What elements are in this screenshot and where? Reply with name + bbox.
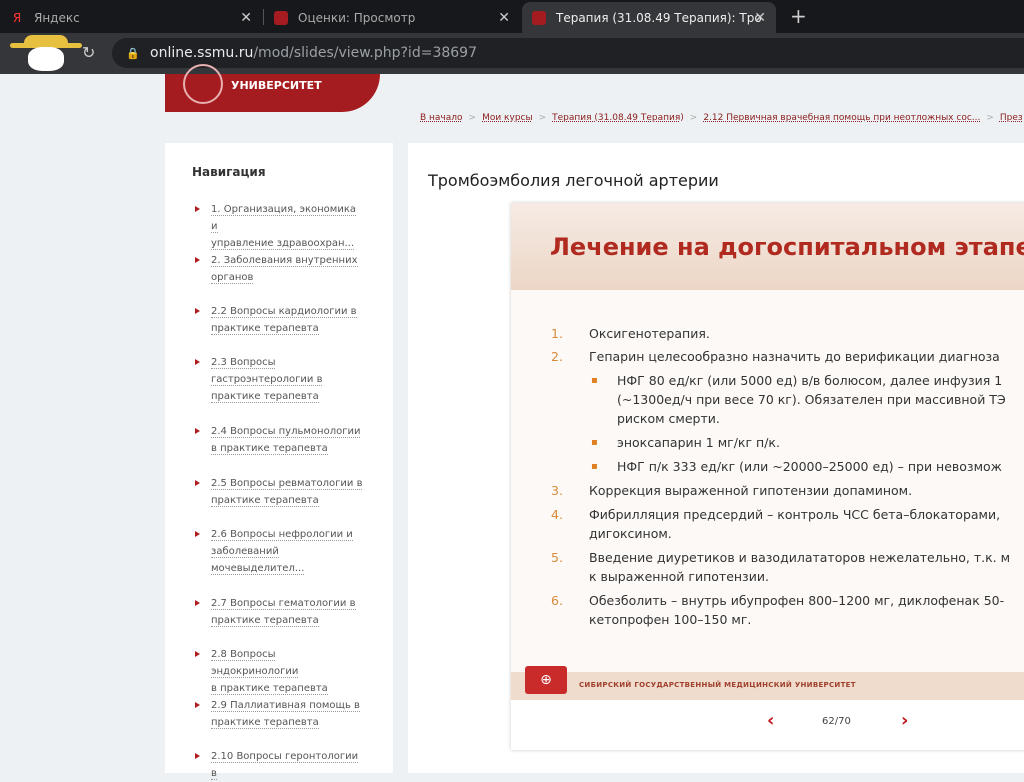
nav-title: Навигация [192,165,266,179]
tab-label: Оценки: Просмотр [298,10,416,25]
nav-item[interactable]: 1. Организация, экономика и управление зд… [195,201,365,252]
url-host: online.ssmu.ru [150,45,254,61]
page-title: Тромбоэмболия легочной артерии [428,171,719,190]
url-field[interactable]: 🔒 online.ssmu.ru/mod/slides/view.php?id=3… [112,38,1024,68]
slide-footer-text: СИБИРСКИЙ ГОСУДАРСТВЕННЫЙ МЕДИЦИНСКИЙ УН… [579,681,856,689]
nav-item-label: 2.4 Вопросы пульмонологии [211,426,361,438]
next-slide-button[interactable]: › [901,710,908,731]
list-text: НФГ п/к 333 ед/кг (или ~20000–25000 ед) … [617,459,1002,474]
address-bar: ↻ 🔒 online.ssmu.ru/mod/slides/view.php?id… [0,33,1024,74]
nav-item-label: 2.10 Вопросы геронтологии в [211,751,359,780]
list-text: дигоксином. [589,526,672,541]
slide-viewer: Лечение на догоспитальном этапе 1. Оксиге… [511,203,1024,750]
list-text: риском смерти. [617,411,720,426]
nav-item-label: практике терапевта [211,717,319,729]
reload-icon[interactable]: ↻ [82,43,95,62]
first-aid-kit-icon: ⊕ [525,666,567,694]
list-text: Оксигенотерапия. [589,326,710,341]
close-icon[interactable]: ✕ [754,10,766,26]
nav-item-label: 2.5 Вопросы ревматологии в [211,478,363,490]
nav-item-label: 2.9 Паллиативная помощь в [211,700,360,712]
list-marker: ▪ [591,375,598,386]
prev-slide-button[interactable]: ‹ [767,710,774,731]
list-marker: 4. [551,507,563,522]
list-text: Обезболить – внутрь ибупрофен 800–1200 м… [589,593,1005,608]
crumb-my-courses[interactable]: Мои курсы [482,113,533,123]
nav-item[interactable]: 2.6 Вопросы нефрологии и заболеваний мочев… [195,526,365,577]
crumb-presentation[interactable]: През [1000,113,1023,123]
list-marker: 1. [551,326,563,341]
crumb-section[interactable]: 2.12 Первичная врачебная помощь при неот… [703,113,980,123]
close-icon[interactable]: ✕ [240,10,252,26]
nav-item-label: управление здравоохран... [211,238,355,250]
list-text: (~1300ед/ч при весе 70 кг). Обязателен п… [617,392,1006,407]
breadcrumb: В начало > Мои курсы > Терапия (31.08.49 Т… [420,113,1023,123]
main-content: Тромбоэмболия легочной артерии Лечение н… [408,143,1024,773]
list-text: эноксапарин 1 мг/кг п/к. [617,435,780,450]
nav-item-label: в практике терапевта [211,443,328,455]
nav-item-label: практике терапевта [211,323,319,335]
navigation-block: Навигация 1. Организация, экономика и упр… [165,143,393,780]
tab-bar: Я Яндекс ✕ Оценки: Просмотр ✕ Терапия (31.0… [0,0,1024,33]
nav-item-label: практике терапевта [211,615,319,627]
url-path: /mod/slides/view.php?id=38697 [253,45,477,61]
list-marker: 2. [551,349,563,364]
nav-item[interactable]: 2.8 Вопросы эндокринологии в практике тер… [195,646,365,697]
nav-item-label: практике терапевта [211,495,319,507]
nav-item-label: 2. Заболевания внутренних [211,255,358,267]
university-icon [274,10,288,25]
nav-item-label: практике терапевта [211,391,319,403]
nav-item-label: в практике терапевта [211,683,328,695]
list-text: к выраженной гипотензии. [589,569,769,584]
nav-item[interactable]: 2. Заболевания внутренних органов [195,252,365,286]
nav-item-label: 2.8 Вопросы эндокринологии [211,649,299,678]
university-icon [532,10,546,25]
list-text: Гепарин целесообразно назначить до вериф… [589,349,1000,364]
crumb-home[interactable]: В начало [420,113,463,123]
tab-therapy[interactable]: Терапия (31.08.49 Терапия): Тро ✕ [522,2,776,33]
nav-item-label: 2.7 Вопросы гематологии в [211,598,356,610]
lock-icon: 🔒 [126,46,140,60]
nav-item[interactable]: 2.2 Вопросы кардиологии в практике терапе… [195,303,365,337]
skull-avatar-icon [8,35,88,73]
yandex-icon: Я [12,10,22,25]
nav-item[interactable]: 2.9 Паллиативная помощь в практике терапе… [195,697,365,731]
list-marker: 5. [551,550,563,565]
list-text: кетопрофен 100–150 мг. [589,612,752,627]
nav-item[interactable]: 2.5 Вопросы ревматологии в практике терап… [195,475,365,509]
new-tab-button[interactable]: + [790,4,807,28]
list-marker: ▪ [591,461,598,472]
slide-heading: Лечение на догоспитальном этапе [550,233,1024,261]
nav-item-label: 1. Организация, экономика и [211,204,356,233]
nav-item-label: заболеваний [211,546,279,558]
list-text: НФГ 80 ед/кг (или 5000 ед) в/в болюсом, … [617,373,1003,388]
nav-item[interactable]: 2.3 Вопросы гастроэнтерологии в практике т… [195,354,365,405]
nav-item-label: 2.6 Вопросы нефрологии и [211,529,353,541]
logo-text: УНИВЕРСИТЕТ [231,79,322,92]
slide-pager: ‹ 62/70 › [511,700,1024,750]
crumb-course[interactable]: Терапия (31.08.49 Терапия) [552,113,684,123]
nav-item-label: 2.2 Вопросы кардиологии в [211,306,357,318]
list-marker: 6. [551,593,563,608]
nav-item-label: органов [211,272,254,284]
list-marker: ▪ [591,437,598,448]
list-marker: 3. [551,483,563,498]
list-text: Введение диуретиков и вазодилататоров не… [589,550,1011,565]
nav-item[interactable]: 2.10 Вопросы геронтологии в [195,748,365,782]
tab-yandex[interactable]: Я Яндекс ✕ [0,2,262,33]
nav-item[interactable]: 2.7 Вопросы гематологии в практике терапе… [195,595,365,629]
nav-item-label: 2.3 Вопросы [211,357,276,369]
close-icon[interactable]: ✕ [498,10,510,26]
page-counter: 62/70 [822,716,851,727]
tab-label: Терапия (31.08.49 Терапия): Тро [556,10,762,25]
slide-body: 1. Оксигенотерапия. 2. Гепарин целесообразн… [511,290,1024,672]
list-text: Коррекция выраженной гипотензии допамино… [589,483,913,498]
nav-item[interactable]: 2.4 Вопросы пульмонологии в практике тера… [195,423,365,457]
university-logo[interactable]: УНИВЕРСИТЕТ [165,64,380,112]
list-text: Фибрилляция предсердий – контроль ЧСС бе… [589,507,1001,522]
tab-label: Яндекс [34,10,80,25]
nav-item-label: гастроэнтерологии в [211,374,323,386]
tab-grades[interactable]: Оценки: Просмотр ✕ [264,2,520,33]
nav-item-label: мочевыделител... [211,563,305,575]
